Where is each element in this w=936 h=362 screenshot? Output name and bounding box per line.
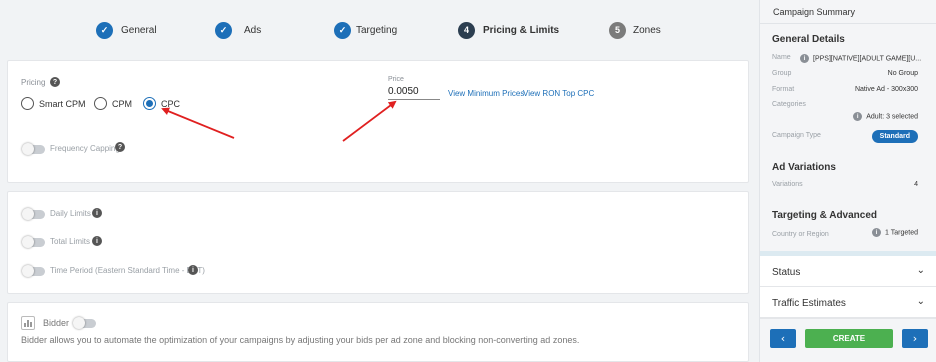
limits-panel: Daily Limits i Total Limits i Time Perio… <box>7 191 749 294</box>
format-key: Format <box>772 86 795 93</box>
targeting-advanced-heading: Targeting & Advanced <box>772 210 878 221</box>
radio-circle <box>94 97 107 110</box>
status-accordion[interactable]: Status ⌄ <box>760 256 936 287</box>
group-value: No Group <box>887 70 918 77</box>
step-label: General <box>121 24 157 36</box>
price-input[interactable] <box>388 85 440 100</box>
chevron-down-icon: ⌄ <box>916 265 925 276</box>
categories-value: i Adult: 3 selected <box>853 112 918 121</box>
info-icon[interactable]: i <box>853 112 863 121</box>
radio-circle-selected <box>143 97 156 110</box>
ad-variations-heading: Ad Variations <box>772 162 836 173</box>
categories-key: Categories <box>772 101 806 108</box>
daily-limits-label: Daily Limits <box>50 209 91 218</box>
sidebar-footer: ‹ CREATE › <box>760 318 936 362</box>
sidebar-header: Campaign Summary <box>760 0 936 24</box>
radio-cpm[interactable]: CPM <box>94 97 132 110</box>
wizard-stepper: ✓ General ✓ Ads ✓ Targeting 4 Pricing & … <box>0 0 758 60</box>
info-icon[interactable]: i <box>92 208 102 218</box>
step-general[interactable]: ✓ General <box>96 21 157 39</box>
step-pricing-limits[interactable]: 4 Pricing & Limits <box>458 21 559 39</box>
radio-cpc[interactable]: CPC <box>143 97 180 110</box>
step-ads[interactable]: ✓ Ads <box>215 21 261 39</box>
traffic-estimates-accordion[interactable]: Traffic Estimates ⌄ <box>760 287 936 318</box>
info-icon[interactable]: i <box>800 54 809 63</box>
name-key: Name <box>772 54 791 61</box>
frequency-capping-label: Frequency Capping <box>50 144 120 153</box>
group-key: Group <box>772 70 792 77</box>
bidder-chart-icon <box>21 316 35 330</box>
pricing-panel: Pricing ? Smart CPM CPM CPC Price View M… <box>7 60 749 183</box>
summary-details[interactable]: General Details Name i [PPS][NATIVE][ADUL… <box>760 24 936 251</box>
name-value: i [PPS][NATIVE][ADULT GAME][U... <box>800 54 923 63</box>
step-number: 4 <box>458 21 475 39</box>
country-value: i1 Targeted <box>872 228 918 237</box>
daily-limits-toggle[interactable] <box>22 208 45 220</box>
info-icon[interactable]: i <box>872 228 882 237</box>
price-label: Price <box>388 76 404 83</box>
info-icon[interactable]: i <box>92 236 102 246</box>
campaign-type-key: Campaign Type <box>772 132 821 139</box>
step-label: Pricing & Limits <box>483 24 560 36</box>
country-key: Country or Region <box>772 231 829 238</box>
radio-label: CPC <box>161 98 181 109</box>
help-icon[interactable]: ? <box>50 77 60 87</box>
info-icon[interactable]: i <box>188 265 198 275</box>
check-icon: ✓ <box>96 21 113 39</box>
radio-smart-cpm[interactable]: Smart CPM <box>21 97 86 110</box>
next-step-button[interactable]: › <box>902 329 928 348</box>
step-targeting[interactable]: ✓ Targeting <box>334 21 397 39</box>
status-label: Status <box>772 267 801 278</box>
frequency-capping-toggle[interactable] <box>22 143 45 155</box>
check-icon: ✓ <box>215 21 232 39</box>
create-button[interactable]: CREATE <box>805 329 893 348</box>
check-icon: ✓ <box>334 21 351 39</box>
previous-step-button[interactable]: ‹ <box>770 329 796 348</box>
step-label: Targeting <box>356 24 398 36</box>
chevron-down-icon: ⌄ <box>916 296 925 307</box>
total-limits-label: Total Limits <box>50 237 91 246</box>
sidebar-title: Campaign Summary <box>773 7 856 17</box>
step-number: 5 <box>609 21 626 39</box>
step-zones[interactable]: 5 Zones <box>609 21 661 39</box>
bidder-panel: Bidder Bidder allows you to automate the… <box>7 302 749 362</box>
view-ron-top-cpc-link[interactable]: View RON Top CPC <box>523 89 594 98</box>
help-icon[interactable]: ? <box>115 142 125 152</box>
radio-label: Smart CPM <box>39 98 86 109</box>
variations-key: Variations <box>772 181 803 188</box>
campaign-summary-sidebar: Campaign Summary General Details Name i[… <box>759 0 936 362</box>
time-period-label: Time Period (Eastern Standard Time - EST… <box>50 266 205 275</box>
radio-circle <box>21 97 34 110</box>
pricing-label: Pricing <box>21 78 46 87</box>
variations-value: 4 <box>914 181 918 188</box>
campaign-type-badge: Standard <box>871 130 918 143</box>
total-limits-toggle[interactable] <box>22 236 45 248</box>
view-minimum-prices-link[interactable]: View Minimum Prices <box>448 89 524 98</box>
step-label: Ads <box>244 24 262 36</box>
time-period-toggle[interactable] <box>22 265 45 277</box>
traffic-estimates-label: Traffic Estimates <box>772 298 846 309</box>
format-value: Native Ad - 300x300 <box>854 86 918 93</box>
bidder-toggle[interactable] <box>73 317 96 329</box>
bidder-label: Bidder <box>43 318 70 328</box>
general-details-heading: General Details <box>772 34 845 45</box>
bidder-description: Bidder allows you to automate the optimi… <box>21 335 580 345</box>
step-label: Zones <box>633 24 661 36</box>
radio-label: CPM <box>112 98 132 109</box>
